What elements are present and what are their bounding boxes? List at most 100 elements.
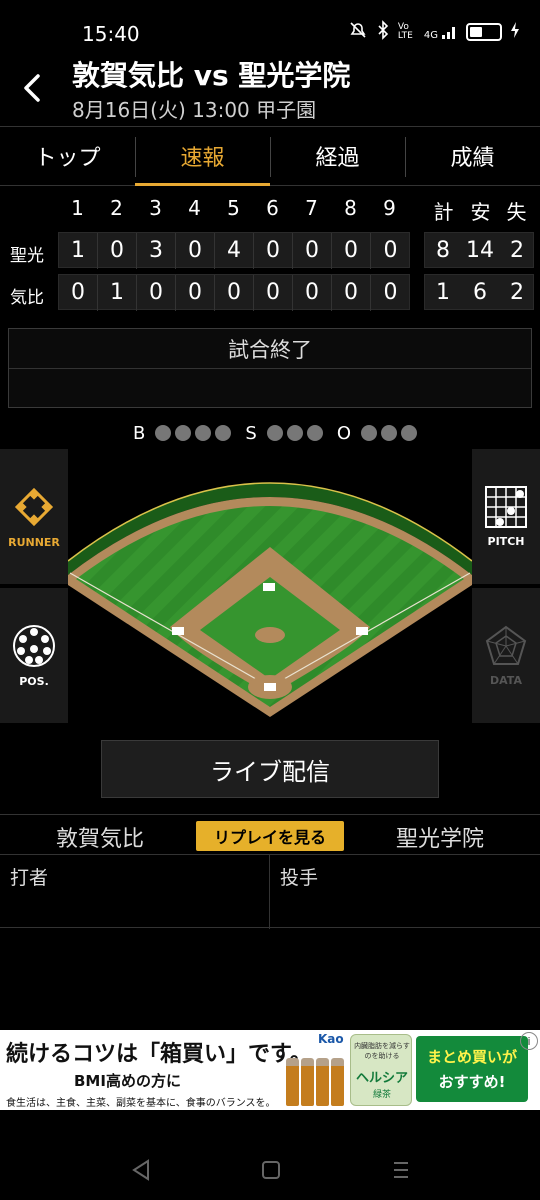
away-team-name[interactable]: 敦賀気比 (0, 821, 200, 853)
ad-subhead: BMI高めの方に (74, 1072, 181, 1090)
ad-cta[interactable]: まとめ買いが おすすめ! (416, 1036, 528, 1102)
mute-icon (348, 20, 368, 44)
ad-banner[interactable]: 続けるコツは「箱買い」です。 BMI高めの方に 食生活は、主食、主菜、副菜を基本… (0, 1030, 540, 1110)
home-team-name[interactable]: 聖光学院 (340, 821, 540, 853)
replay-button[interactable]: リプレイを見る (196, 821, 344, 851)
positions-button[interactable]: POS. (0, 588, 68, 723)
triangle-back-icon (132, 1159, 149, 1181)
positions-label: POS. (19, 675, 49, 688)
inning-header: 9 (383, 196, 396, 220)
ball-strike-out-count: B S O (0, 418, 540, 448)
status-time: 15:40 (82, 22, 140, 46)
inning-score: 1 (59, 233, 98, 269)
nav-home-button[interactable] (256, 1158, 286, 1182)
totals-row: 8 14 2 (424, 232, 534, 268)
inning-header: 4 (188, 196, 201, 220)
inning-header: 5 (227, 196, 240, 220)
inning-score: 0 (215, 275, 254, 311)
data-label: DATA (490, 674, 522, 687)
bottle (331, 1058, 344, 1106)
runner-button[interactable]: RUNNER (0, 449, 68, 584)
tab-stats[interactable]: 成績 (405, 127, 540, 185)
totals-row: 1 6 2 (424, 274, 534, 310)
status-icons: Vo LTE 4G (348, 20, 520, 44)
pitcher-label: 投手 (280, 867, 319, 889)
inning-score: 0 (59, 275, 98, 311)
strike-dot (266, 425, 283, 441)
ad-product-sub: 緑茶 (372, 1090, 391, 1100)
bottle (316, 1058, 329, 1106)
pitcher-box: 投手 (270, 855, 540, 929)
charging-icon (510, 21, 520, 43)
positions-icon (13, 625, 55, 667)
errors-header: 失 (506, 200, 527, 224)
inning-score: 0 (176, 233, 215, 269)
ad-headline: 続けるコツは「箱買い」です。 (6, 1042, 312, 1067)
team-name-row1: 聖光 (10, 246, 44, 266)
home-plate (264, 683, 276, 691)
radar-chart-icon (485, 625, 527, 665)
ad-cta-line2: おすすめ! (438, 1073, 506, 1091)
out-dot (380, 425, 397, 441)
inning-score: 0 (176, 275, 215, 311)
ad-info-icon[interactable]: i (520, 1032, 538, 1050)
chevron-left-icon (24, 74, 40, 102)
ball-dot (175, 425, 192, 441)
back-button[interactable] (14, 68, 50, 108)
menu-lines-icon (394, 1162, 408, 1178)
inning-score: 0 (254, 275, 293, 311)
network-type-label: 4G (423, 30, 438, 41)
inning-header: 1 (71, 196, 84, 220)
total-errors: 2 (510, 280, 524, 305)
tab-progress[interactable]: 経過 (270, 127, 405, 185)
inning-score: 0 (383, 280, 398, 305)
4g-signal-icon: 4G (424, 23, 458, 41)
volte-icon: Vo LTE (397, 22, 413, 41)
inning-score: 0 (332, 233, 371, 269)
runner-diamond-icon (14, 487, 54, 527)
ball-dot (215, 425, 232, 441)
hits-header: 安 (470, 200, 491, 224)
scoreboard: 1 2 3 4 5 6 7 8 9 計 安 失 聖光 1 0 3 0 4 0 0… (0, 186, 540, 320)
bottle (286, 1058, 299, 1106)
pitch-button[interactable]: PITCH (472, 449, 540, 584)
ad-product-image: 内臓脂肪を減らすのを助ける ヘルシア 緑茶 (350, 1034, 412, 1106)
ball-dot (195, 425, 212, 441)
live-stream-button[interactable]: ライブ配信 (101, 740, 439, 798)
field-area: RUNNER POS. PITCH DATA (0, 449, 540, 723)
total-runs: 8 (436, 238, 450, 263)
ad-cta-line1: まとめ買いが (426, 1048, 517, 1066)
nav-back-button[interactable] (126, 1158, 156, 1182)
inning-score: 0 (383, 238, 398, 263)
pitch-label: PITCH (487, 535, 525, 548)
baseball-field (68, 449, 472, 723)
linescore-row: 0 1 0 0 0 0 0 0 0 (58, 274, 410, 311)
balls-label: B (133, 422, 146, 444)
tab-top[interactable]: トップ (0, 127, 135, 185)
inning-score: 0 (254, 233, 293, 269)
ad-product-name: ヘルシア (355, 1071, 408, 1086)
ad-brand-logo: Kao (318, 1032, 344, 1046)
out-dot (400, 425, 417, 441)
team-name-row2: 気比 (10, 288, 44, 308)
inning-score: 1 (98, 275, 137, 311)
match-header: 敦賀気比 vs 聖光学院 8月16日(火) 13:00 甲子園 (0, 48, 540, 128)
tab-live-update[interactable]: 速報 (135, 127, 270, 186)
inning-score: 4 (215, 233, 254, 269)
inning-score: 0 (332, 275, 371, 311)
batter-label: 打者 (10, 867, 49, 889)
inning-header: 7 (305, 196, 318, 220)
ad-disclaimer: 食生活は、主食、主菜、副菜を基本に、食事のバランスを。 (6, 1098, 276, 1109)
square-home-icon (262, 1161, 280, 1179)
inning-header: 6 (266, 196, 279, 220)
total-hits: 14 (466, 238, 494, 263)
runs-header: 計 (433, 200, 454, 224)
strikes-label: S (245, 422, 257, 444)
game-status-box: 試合終了 (8, 328, 532, 408)
nav-recents-button[interactable] (386, 1158, 416, 1182)
pitch-grid-icon (485, 486, 527, 528)
batter-pitcher-panel: 打者 投手 (0, 854, 540, 929)
bluetooth-icon (376, 20, 390, 44)
second-base (263, 583, 275, 591)
data-button[interactable]: DATA (472, 588, 540, 723)
